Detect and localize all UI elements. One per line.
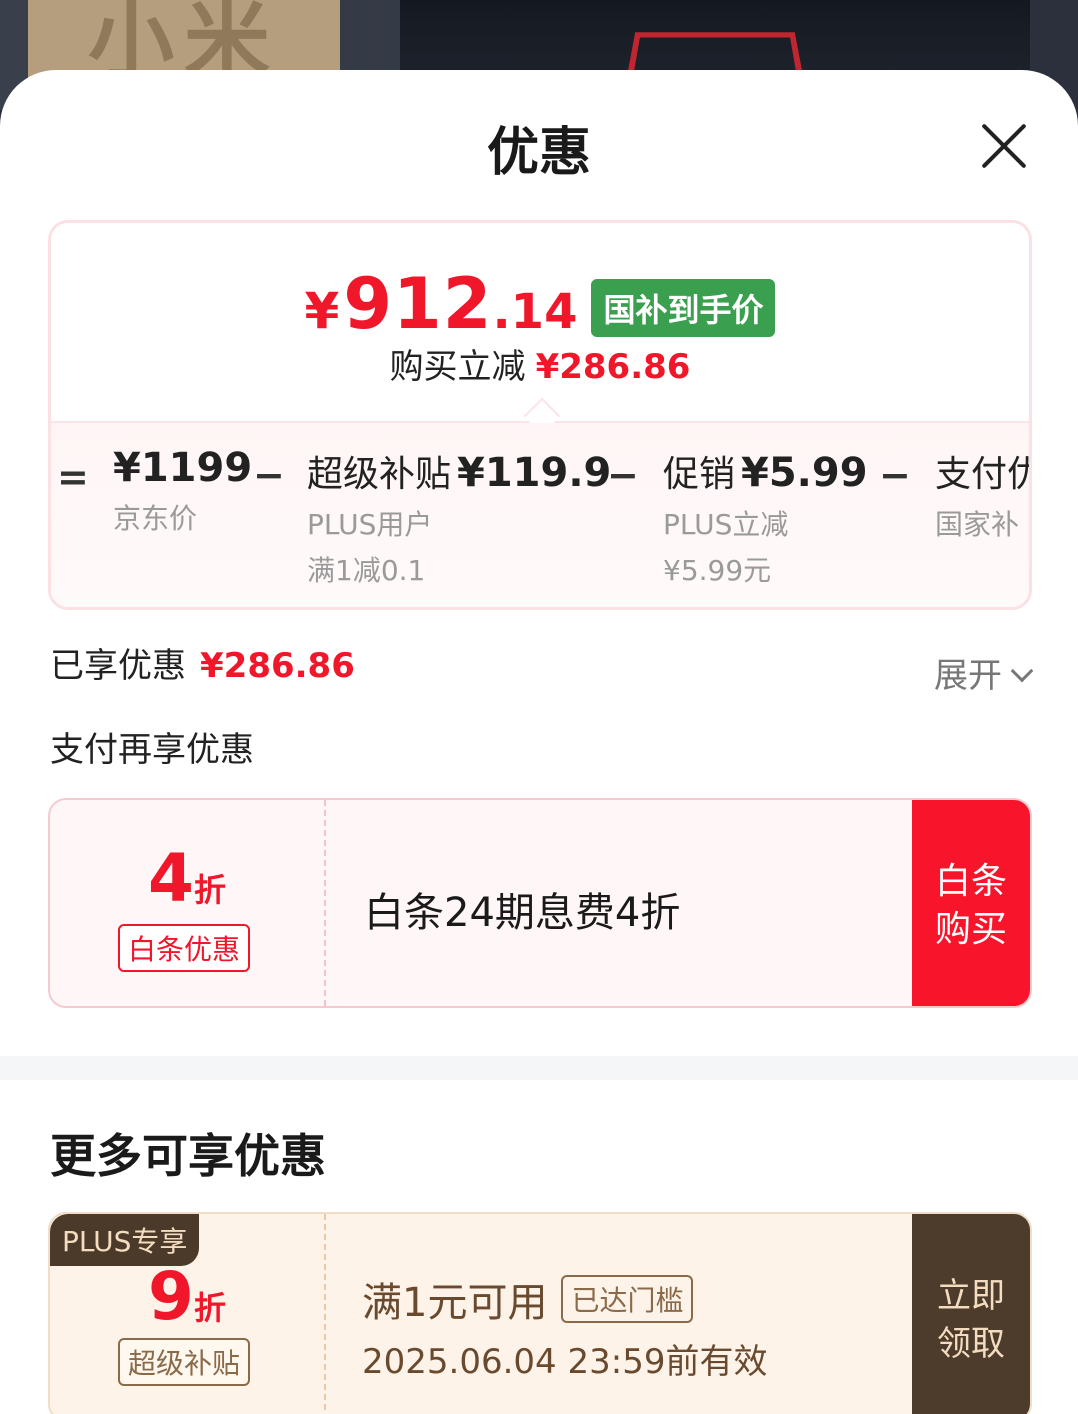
breakdown-item-jd-price: ¥1199 京东价 <box>113 445 252 537</box>
plus-exclusive-badge: PLUS专享 <box>50 1214 200 1266</box>
breakdown-item-super-subsidy: 超级补贴 ¥119.9 PLUS用户 满1减0.1 <box>307 445 611 589</box>
minus-operator: − <box>607 453 639 497</box>
coupon-description: 白条24期息费4折 <box>364 890 681 936</box>
final-price-row: ¥ 912 .14 国补到手价 <box>51 263 1029 345</box>
claim-now-button[interactable]: 立即 领取 <box>912 1214 1030 1414</box>
threshold-reached-badge: 已达门槛 <box>561 1275 694 1323</box>
baitiao-buy-button[interactable]: 白条 购买 <box>912 800 1030 1006</box>
saved-row: 购买立减 ¥286.86 <box>51 339 1029 388</box>
discount-number: 4 <box>148 840 194 917</box>
button-line2: 购买 <box>934 909 1007 950</box>
minus-operator: − <box>879 453 911 497</box>
coupon-discount: 4折 <box>50 840 324 917</box>
super-subsidy-name: 超级补贴 <box>307 454 452 495</box>
baitiao-coupon[interactable]: 4折 白条优惠 白条24期息费4折 白条 购买 <box>48 798 1032 1008</box>
currency-symbol: ¥ <box>304 282 340 340</box>
super-subsidy-value: ¥119.9 <box>457 450 612 496</box>
subsidy-price-badge: 国补到手价 <box>591 279 776 337</box>
breakdown-scroll[interactable]: = ¥1199 京东价 − 超级补贴 ¥119.9 PLUS用户 满1减0.1 −… <box>51 423 1029 607</box>
breakdown-item-promotion: 促销 ¥5.99 PLUS立减 ¥5.99元 <box>663 445 868 589</box>
expand-label: 展开 <box>934 656 1002 696</box>
coupon-tag: 超级补贴 <box>118 1338 251 1386</box>
promotion-sub1: PLUS立减 <box>663 508 789 541</box>
payment-name: 支付优 <box>935 454 1029 495</box>
equals-operator: = <box>57 455 89 499</box>
chevron-down-icon <box>1010 659 1034 683</box>
close-icon[interactable] <box>980 122 1028 170</box>
sheet-title: 优惠 <box>486 123 591 183</box>
pay-section-title: 支付再享优惠 <box>50 730 254 770</box>
breakdown-item-payment: 支付优 国家补 <box>935 445 1029 543</box>
price-card: ¥ 912 .14 国补到手价 购买立减 ¥286.86 = ¥1199 京东价 … <box>48 220 1032 610</box>
enjoyed-label: 已享优惠 <box>50 646 186 686</box>
super-subsidy-sub1: PLUS用户 <box>307 508 433 541</box>
jd-price-value: ¥1199 <box>113 445 253 491</box>
enjoyed-discount: 已享优惠 ¥286.86 <box>50 638 355 687</box>
discount-unit: 折 <box>193 871 226 909</box>
coupon-validity: 2025.06.04 23:59前有效 <box>362 1342 768 1382</box>
minus-operator: − <box>253 453 285 497</box>
plus-coupon[interactable]: 9折 超级补贴 PLUS专享 满1元可用 已达门槛 2025.06.04 23:… <box>48 1212 1032 1414</box>
saved-amount: ¥286.86 <box>535 347 691 387</box>
expand-button[interactable]: 展开 <box>934 648 1034 697</box>
saved-label: 购买立减 <box>389 347 526 387</box>
price-integer: 912 <box>343 263 493 345</box>
coupon-tag: 白条优惠 <box>118 924 251 972</box>
more-section-title: 更多可享优惠 <box>50 1129 326 1183</box>
coupon-discount-area: 4折 白条优惠 <box>50 800 326 1006</box>
jd-price-label: 京东价 <box>113 502 198 535</box>
discount-unit: 折 <box>193 1289 226 1327</box>
section-divider <box>0 1056 1078 1080</box>
enjoyed-amount: ¥286.86 <box>200 646 355 686</box>
coupon-discount: 9折 <box>50 1258 324 1335</box>
super-subsidy-sub2: 满1减0.1 <box>307 554 426 587</box>
button-line1: 立即 <box>937 1276 1005 1316</box>
discount-number: 9 <box>148 1258 194 1335</box>
price-breakdown[interactable]: = ¥1199 京东价 − 超级补贴 ¥119.9 PLUS用户 满1减0.1 −… <box>51 423 1029 607</box>
button-line1: 白条 <box>934 861 1007 902</box>
coupon-condition-row: 满1元可用 已达门槛 <box>362 1270 694 1328</box>
price-summary: ¥ 912 .14 国补到手价 购买立减 ¥286.86 <box>51 223 1029 421</box>
promotion-value: ¥5.99 <box>741 450 868 496</box>
discount-sheet: 优惠 ¥ 912 .14 国补到手价 购买立减 ¥286.86 = ¥1199 … <box>0 70 1078 1414</box>
sheet-header: 优惠 <box>0 70 1078 220</box>
payment-sub1: 国家补 <box>935 508 1020 541</box>
price-decimal: .14 <box>492 284 578 340</box>
promotion-sub2: ¥5.99元 <box>663 554 772 587</box>
button-line2: 领取 <box>937 1324 1005 1364</box>
promotion-name: 促销 <box>663 454 736 495</box>
final-price: ¥ 912 .14 <box>305 263 578 345</box>
coupon-condition: 满1元可用 <box>362 1280 548 1326</box>
